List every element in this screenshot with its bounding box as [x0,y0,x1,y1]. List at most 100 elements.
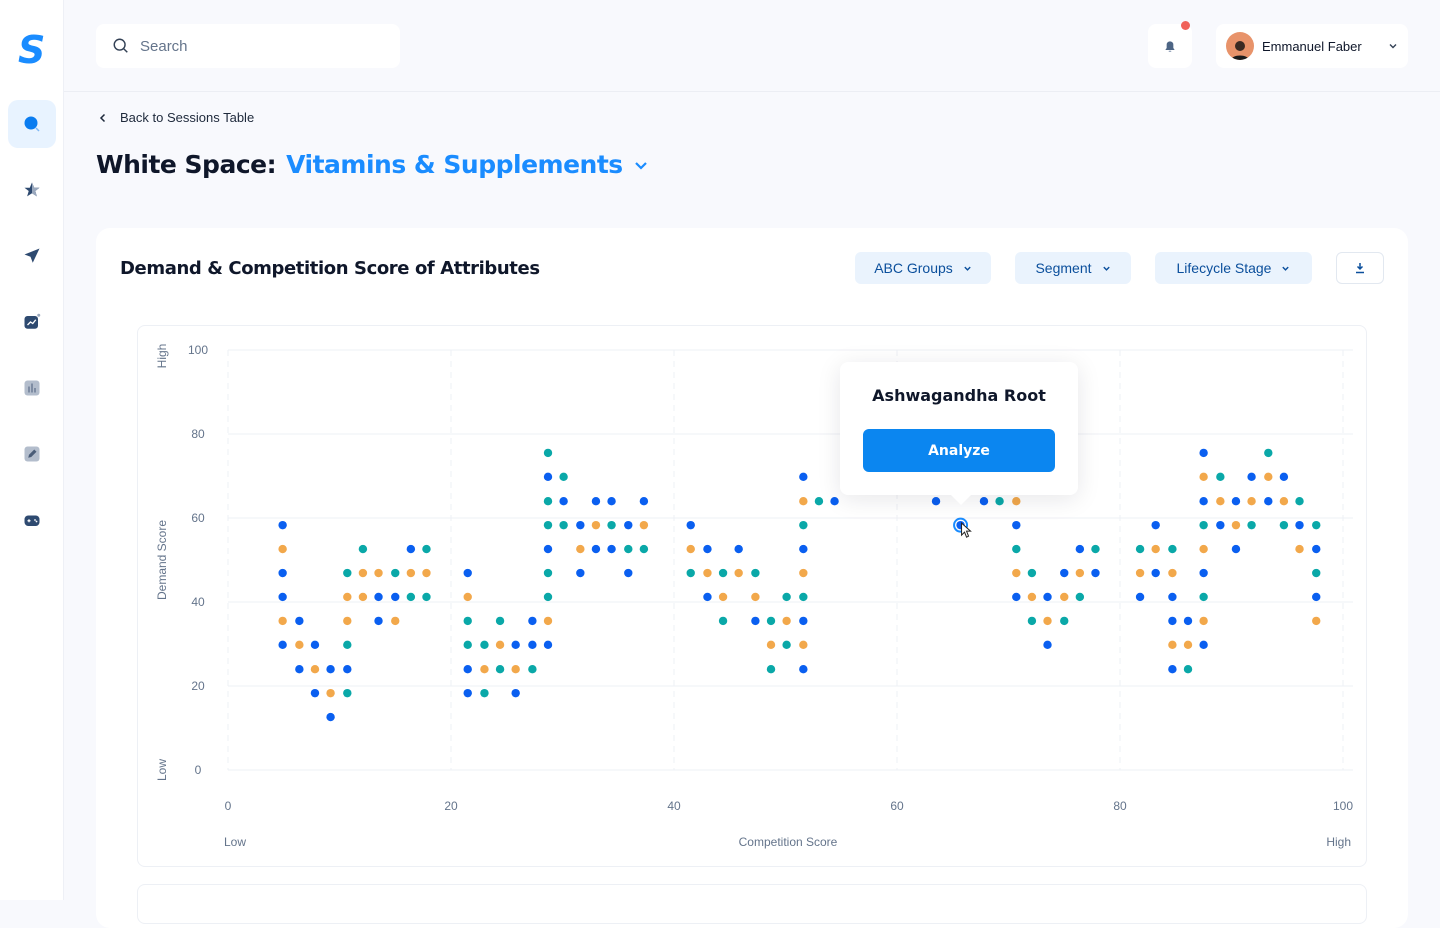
data-point [528,665,537,674]
data-point [639,497,649,506]
data-point [1183,665,1193,674]
data-point [799,497,808,506]
data-point [1295,497,1304,506]
sidebar-item-campaigns[interactable] [8,232,56,280]
download-button[interactable] [1336,252,1384,284]
data-point [766,640,776,650]
point-tooltip: Ashwagandha Root Analyze [840,362,1078,505]
data-point [624,568,633,578]
data-point [1216,497,1225,506]
search-box[interactable] [96,24,400,68]
x-high-label: High [1326,835,1351,849]
gamepad-icon [24,515,40,526]
data-point [1199,592,1208,602]
filter-abc-groups[interactable]: ABC Groups [855,252,991,284]
data-point [703,568,712,578]
data-point [406,592,416,602]
search-icon [113,38,128,53]
data-point [1295,544,1304,554]
sidebar-item-search-analytics[interactable] [8,100,56,148]
data-point [1312,544,1321,554]
sidebar: S [0,0,64,900]
data-point [607,520,616,530]
sidebar-item-trends[interactable] [8,298,56,346]
data-point [1231,497,1241,506]
data-point [278,568,287,578]
data-point [480,688,489,698]
data-point [1199,568,1208,578]
data-point [463,688,472,698]
sidebar-item-edit[interactable] [8,430,56,478]
data-point [1216,472,1225,482]
y-low-label: Low [155,759,169,781]
data-point [358,568,368,578]
data-point [1168,640,1177,650]
data-point [511,688,520,698]
category-selector[interactable]: Vitamins & Supplements [286,150,623,179]
data-point [391,592,400,602]
data-point [639,544,649,554]
pencil-icon [24,446,40,462]
data-point [1151,568,1160,578]
app-logo[interactable]: S [18,28,45,72]
data-point [1027,568,1037,578]
data-point [343,568,352,578]
notifications-button[interactable] [1148,21,1192,68]
user-menu[interactable]: Emmanuel Faber [1216,24,1408,68]
data-point [422,568,431,578]
data-point [1027,592,1037,602]
data-point [310,688,320,698]
data-point [1295,520,1304,530]
data-point [1012,544,1021,554]
sidebar-item-games[interactable] [8,496,56,544]
search-analytics-icon [24,116,40,132]
data-point [343,665,352,674]
sidebar-item-reports[interactable] [8,364,56,412]
data-point [624,544,633,554]
data-point [495,616,505,626]
y-axis-label: Demand Score [155,520,169,600]
data-point [559,520,568,530]
data-point [1012,592,1021,602]
tooltip-title: Ashwagandha Root [872,386,1046,405]
filter-lifecycle-stage[interactable]: Lifecycle Stage [1155,252,1312,284]
data-point [295,640,304,650]
data-point [1027,616,1037,626]
sidebar-item-favorites[interactable] [8,166,56,214]
data-point [278,544,287,554]
search-input[interactable] [140,37,380,55]
data-point [814,497,824,506]
data-point [1312,616,1321,626]
back-link[interactable]: Back to Sessions Table [98,110,254,125]
x-tick-label: 40 [667,799,681,813]
data-point [1043,592,1052,602]
analyze-button[interactable]: Analyze [863,429,1055,472]
data-point [511,640,520,650]
chevron-down-icon[interactable] [633,157,649,173]
data-point [422,544,431,554]
data-point [576,520,585,530]
filter-label: Segment [1035,260,1092,276]
data-point [624,520,633,530]
filter-segment[interactable]: Segment [1015,252,1131,284]
trend-chart-icon [24,313,41,329]
data-point [495,665,505,674]
data-point [480,665,489,674]
x-axis-label: Competition Score [739,835,838,849]
download-icon [1356,263,1364,274]
data-point [1264,448,1273,458]
data-point [799,592,808,602]
data-point [591,497,601,506]
y-tick-label: 100 [188,343,208,357]
data-point [511,665,520,674]
page-title: White Space: Vitamins & Supplements [96,150,649,179]
user-name: Emmanuel Faber [1262,38,1362,54]
data-point [1091,568,1100,578]
data-point [1168,592,1177,602]
y-high-label: High [155,344,169,369]
data-point [310,640,320,650]
data-point [703,544,712,554]
data-point [751,568,760,578]
data-point [1199,544,1208,554]
data-point [576,544,585,554]
